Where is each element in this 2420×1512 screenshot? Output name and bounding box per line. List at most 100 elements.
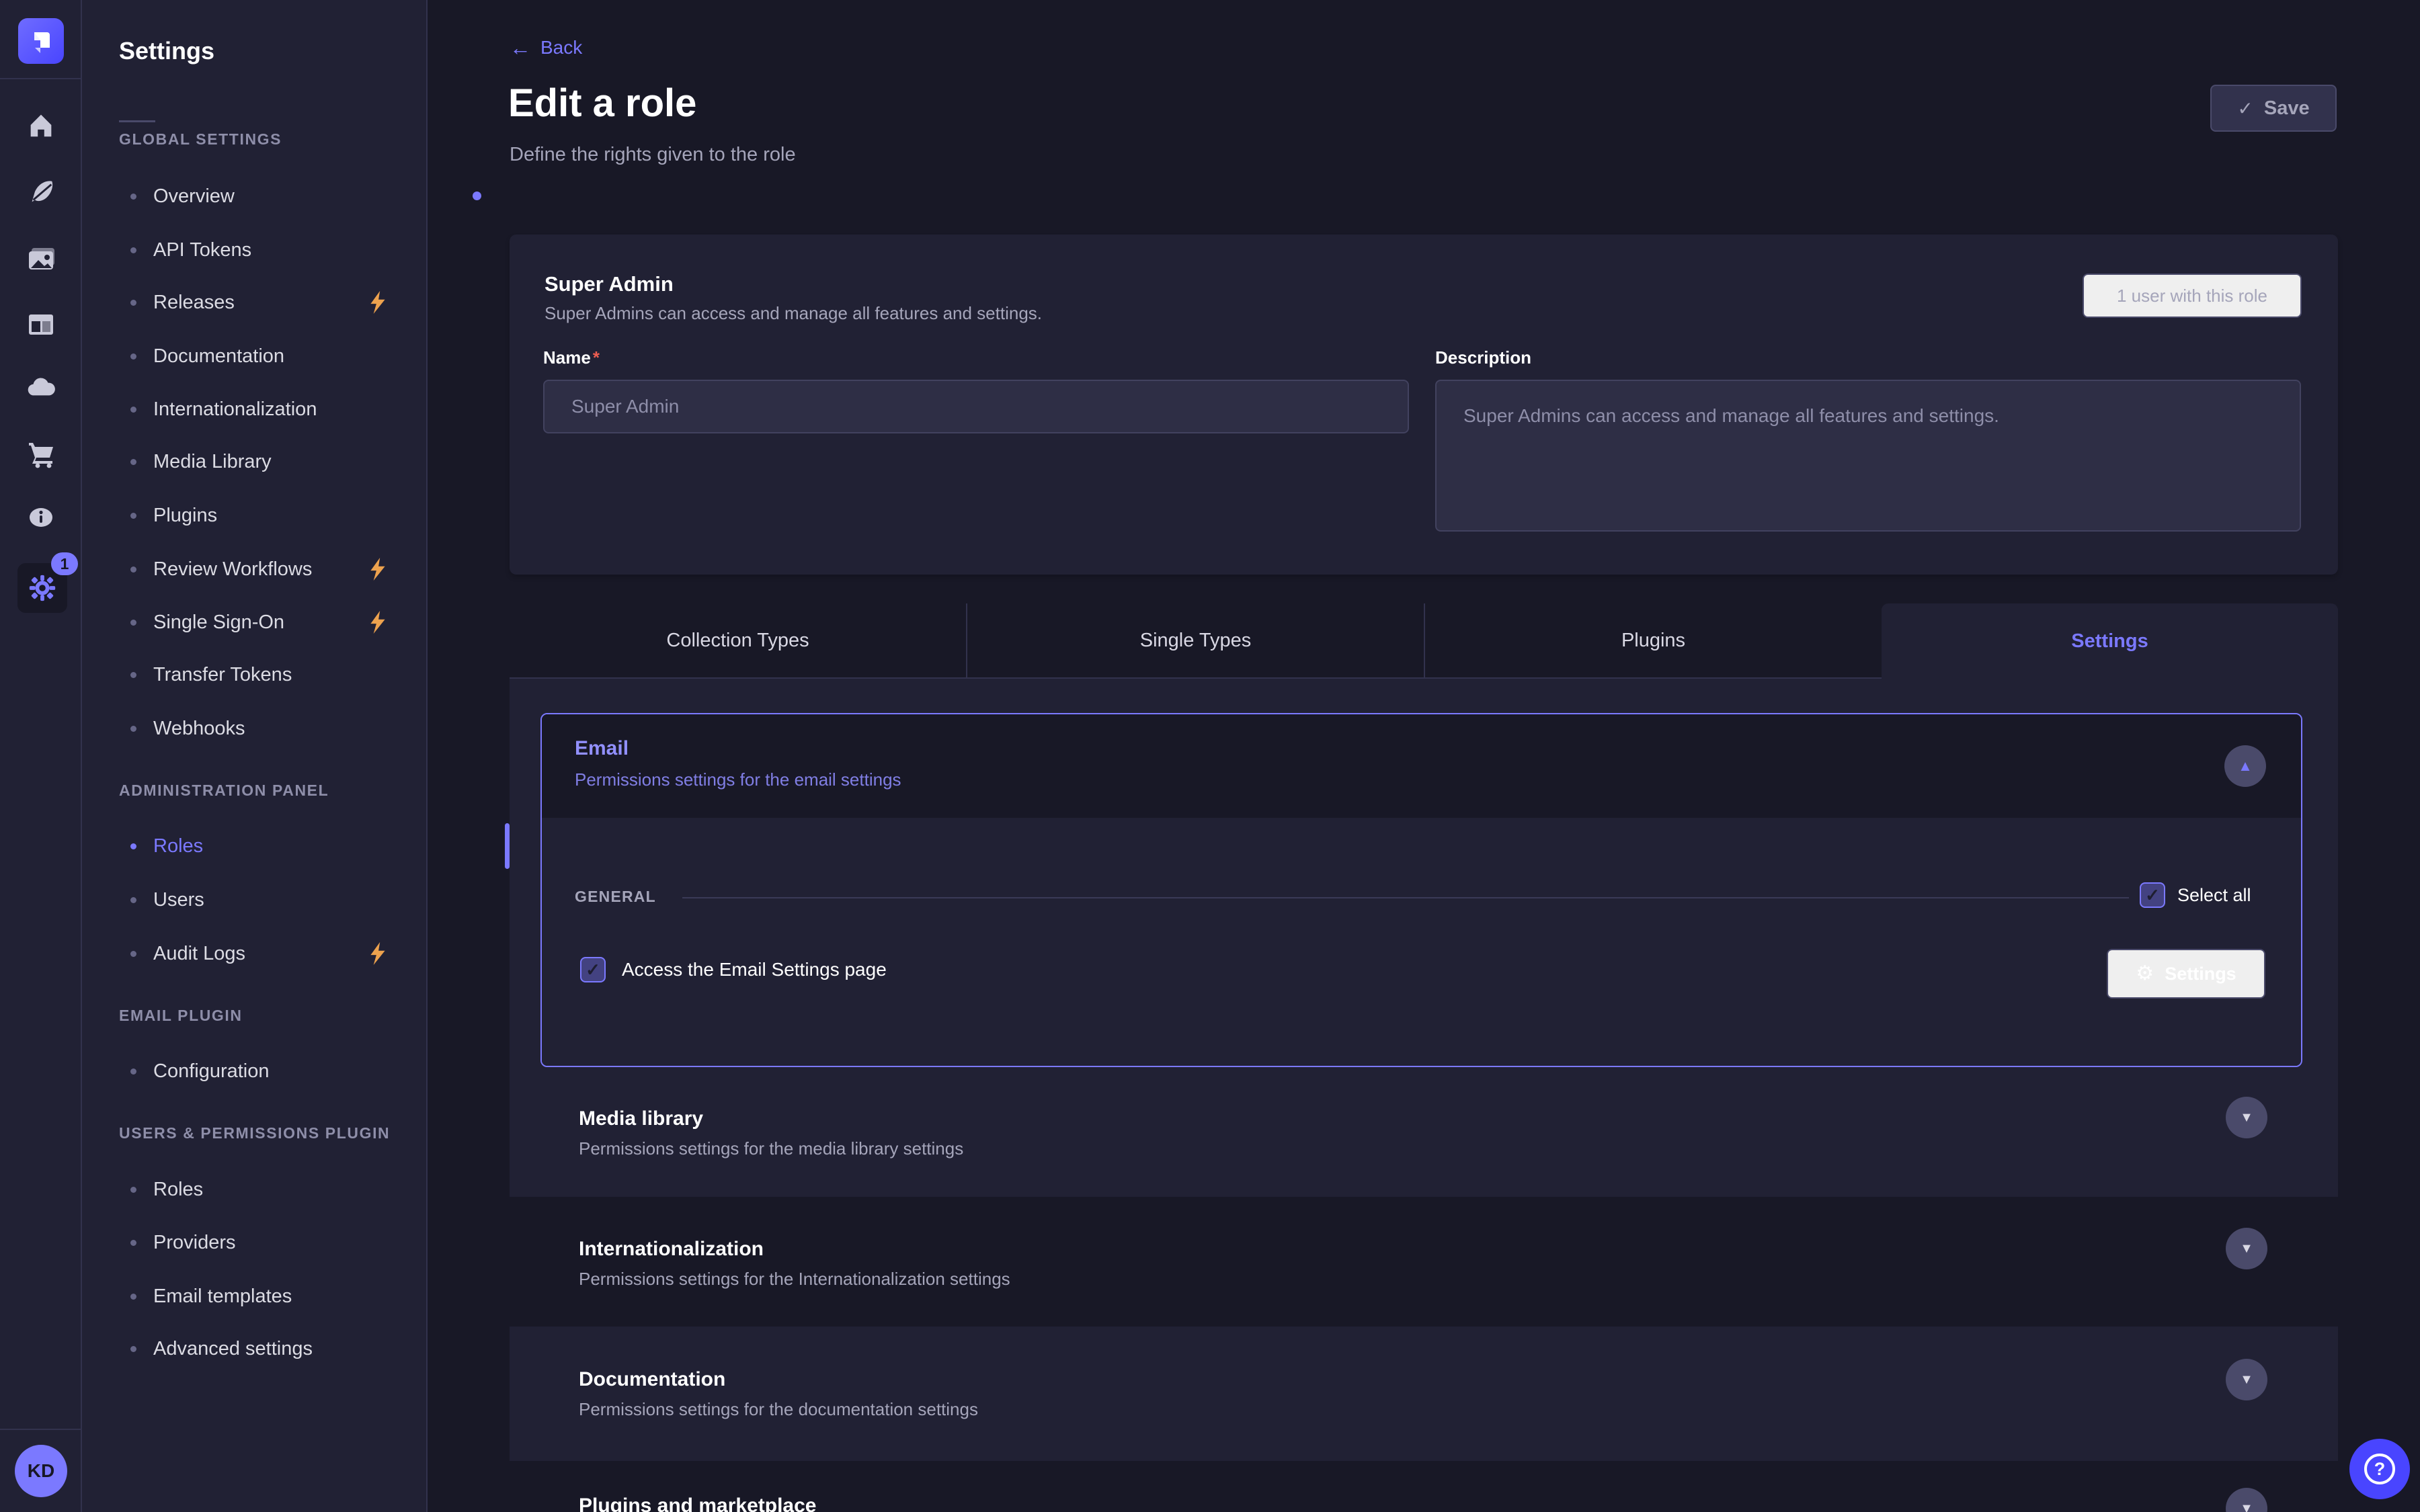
- name-input[interactable]: Super Admin: [543, 380, 1409, 433]
- content-type-builder-icon[interactable]: [0, 172, 82, 212]
- bullet-icon: [130, 1346, 136, 1352]
- email-accordion-header[interactable]: Email Permissions settings for the email…: [542, 714, 2301, 818]
- media-library-icon[interactable]: [0, 239, 82, 279]
- rail-divider: [0, 78, 82, 79]
- question-mark-icon: ?: [2364, 1454, 2395, 1484]
- sidebar-item-plugins[interactable]: Plugins: [119, 501, 415, 530]
- gear-icon: ⚙: [2136, 964, 2154, 984]
- general-section-divider: [682, 897, 2129, 898]
- expand-button[interactable]: ▼: [2226, 1097, 2267, 1138]
- section-heading-global-settings: GLOBAL SETTINGS: [119, 126, 282, 153]
- bullet-icon: [130, 194, 136, 200]
- sidebar-item-releases[interactable]: Releases: [119, 288, 415, 317]
- sidebar-item-providers[interactable]: Providers: [119, 1228, 415, 1257]
- expand-button[interactable]: ▼: [2226, 1488, 2267, 1512]
- bullet-icon: [130, 620, 136, 626]
- accordion-row-media-library[interactable]: Media library Permissions settings for t…: [510, 1066, 2338, 1197]
- active-item-indicator: [505, 823, 510, 869]
- sidebar-item-advanced-settings[interactable]: Advanced settings: [119, 1334, 415, 1363]
- bullet-icon: [130, 566, 136, 573]
- checkmark-icon: ✓: [586, 960, 600, 980]
- tab-plugins[interactable]: Plugins: [1425, 603, 1882, 679]
- description-textarea[interactable]: Super Admins can access and manage all f…: [1435, 380, 2301, 532]
- page-title: Edit a role: [508, 81, 696, 126]
- bullet-icon: [130, 1294, 136, 1300]
- general-section-label: GENERAL: [575, 888, 656, 906]
- check-icon: ✓: [2237, 97, 2253, 120]
- info-icon[interactable]: [0, 497, 82, 538]
- access-email-settings-checkbox[interactable]: ✓: [580, 957, 606, 982]
- sidebar-item-overview[interactable]: Overview: [119, 181, 415, 211]
- cloud-icon[interactable]: [0, 368, 82, 409]
- role-name-heading: Super Admin: [544, 272, 674, 296]
- sidebar-item-media-library[interactable]: Media Library: [119, 447, 415, 476]
- tab-collection-types[interactable]: Collection Types: [510, 603, 967, 679]
- accordion-row-plugins-marketplace[interactable]: Plugins and marketplace ▼: [510, 1461, 2338, 1512]
- sidebar-item-roles-up[interactable]: Roles: [119, 1175, 415, 1204]
- sidebar-item-email-templates[interactable]: Email templates: [119, 1282, 415, 1311]
- sidebar-item-audit-logs[interactable]: Audit Logs: [119, 939, 415, 968]
- back-link[interactable]: ← Back: [510, 37, 582, 58]
- back-arrow-icon: ←: [510, 37, 531, 58]
- sidebar-item-internationalization[interactable]: Internationalization: [119, 394, 415, 424]
- checkmark-icon: ✓: [2145, 885, 2160, 906]
- bullet-icon: [130, 843, 136, 849]
- bullet-icon: [130, 459, 136, 465]
- lightning-icon: [368, 611, 388, 634]
- sidebar-item-roles-admin[interactable]: Roles: [119, 831, 415, 861]
- email-accordion-body: GENERAL ✓ Select all ✓ Access the Email …: [542, 818, 2301, 1067]
- sidebar-item-documentation[interactable]: Documentation: [119, 341, 415, 371]
- settings-sidebar: Settings GLOBAL SETTINGS Overview API To…: [82, 0, 428, 1512]
- rail-divider-bottom: [0, 1429, 82, 1430]
- lightning-icon: [368, 942, 388, 965]
- accordion-subtitle: Permissions settings for the email setti…: [575, 769, 901, 790]
- sidebar-title: Settings: [119, 37, 214, 65]
- role-description-text: Super Admins can access and manage all f…: [544, 303, 1042, 324]
- sidebar-item-transfer-tokens[interactable]: Transfer Tokens: [119, 660, 415, 689]
- sidebar-item-api-tokens[interactable]: API Tokens: [119, 235, 415, 265]
- email-settings-button[interactable]: ⚙ Settings: [2107, 949, 2265, 999]
- collapse-button[interactable]: ▲: [2224, 745, 2266, 787]
- users-with-role-button[interactable]: 1 user with this role: [2083, 274, 2302, 318]
- expand-button[interactable]: ▼: [2226, 1228, 2267, 1269]
- save-button[interactable]: ✓ Save: [2210, 85, 2337, 132]
- bullet-icon: [130, 1187, 136, 1193]
- select-all-control: ✓ Select all: [2140, 882, 2251, 908]
- user-avatar[interactable]: KD: [15, 1445, 67, 1497]
- tab-single-types[interactable]: Single Types: [967, 603, 1425, 679]
- bullet-icon: [130, 513, 136, 519]
- sidebar-item-review-workflows[interactable]: Review Workflows: [119, 554, 415, 584]
- description-field-label: Description: [1435, 347, 1531, 368]
- lightning-icon: [368, 558, 388, 581]
- expand-button[interactable]: ▼: [2226, 1359, 2267, 1400]
- help-button[interactable]: ?: [2349, 1439, 2410, 1499]
- page-subtitle: Define the rights given to the role: [510, 144, 796, 166]
- strapi-logo-icon: [28, 28, 54, 54]
- sidebar-item-configuration[interactable]: Configuration: [119, 1056, 415, 1086]
- strapi-logo[interactable]: [18, 18, 64, 64]
- section-heading-administration-panel: ADMINISTRATION PANEL: [119, 777, 329, 804]
- bullet-icon: [130, 951, 136, 957]
- content-manager-icon[interactable]: [0, 304, 82, 345]
- home-icon[interactable]: [0, 105, 82, 145]
- sidebar-item-single-sign-on[interactable]: Single Sign-On: [119, 607, 415, 637]
- chevron-up-icon: ▲: [2238, 757, 2253, 775]
- sidebar-title-divider: [119, 120, 155, 122]
- marketplace-icon[interactable]: [0, 433, 82, 474]
- select-all-checkbox[interactable]: ✓: [2140, 882, 2165, 908]
- sidebar-item-users[interactable]: Users: [119, 885, 415, 915]
- tab-settings[interactable]: Settings: [1882, 603, 2338, 679]
- bullet-icon: [130, 353, 136, 360]
- name-field-label: Name*: [543, 347, 600, 368]
- overview-notification-dot-icon: [473, 192, 481, 200]
- accordion-row-internationalization[interactable]: Internationalization Permissions setting…: [510, 1197, 2338, 1327]
- bullet-icon: [130, 672, 136, 678]
- accordion-title: Email: [575, 737, 629, 760]
- notification-badge: 1: [51, 552, 78, 575]
- bullet-icon: [130, 407, 136, 413]
- section-heading-email-plugin: EMAIL PLUGIN: [119, 1002, 243, 1029]
- chevron-down-icon: ▼: [2240, 1372, 2253, 1388]
- sidebar-item-webhooks[interactable]: Webhooks: [119, 714, 415, 743]
- accordion-row-documentation[interactable]: Documentation Permissions settings for t…: [510, 1327, 2338, 1461]
- bullet-icon: [130, 247, 136, 253]
